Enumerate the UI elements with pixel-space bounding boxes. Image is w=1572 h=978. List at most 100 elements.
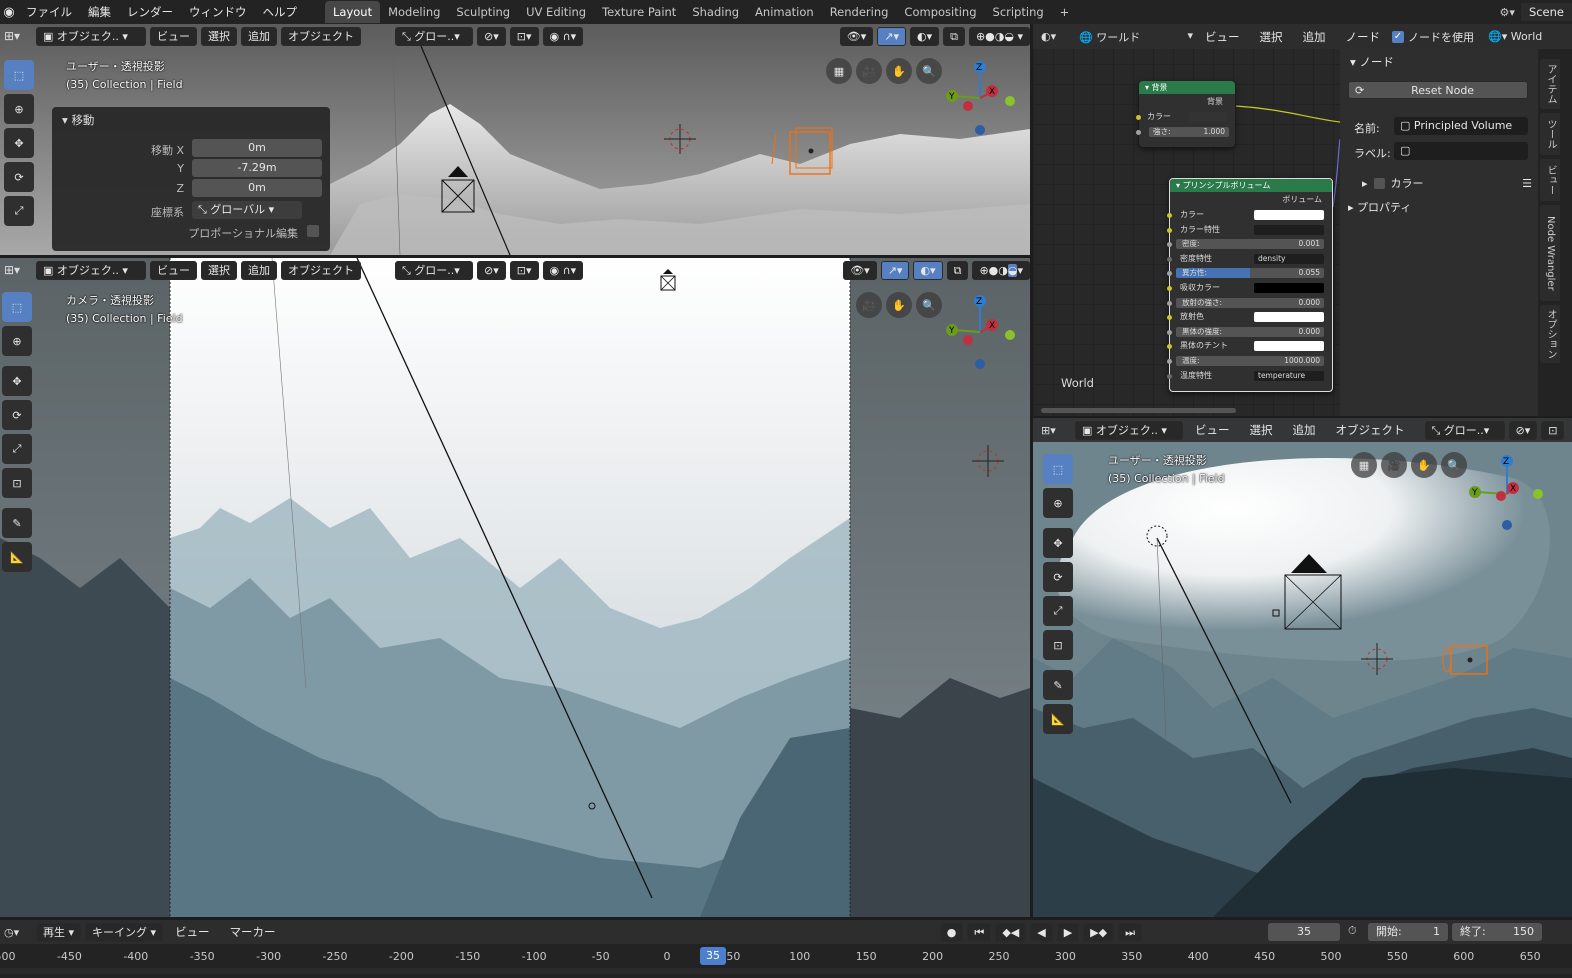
menu-select[interactable]: 選択 [1242,419,1281,441]
add-workspace-button[interactable]: + [1052,1,1078,23]
move-tool[interactable]: ✥ [2,366,32,396]
menu-render[interactable]: レンダー [119,1,181,23]
prev-keyframe-button[interactable]: ◆◀ [995,922,1027,942]
jump-start-button[interactable]: ⏮ [967,922,992,942]
record-button[interactable]: ● [939,922,964,942]
nav-gizmo-camera[interactable]: Z Y X [940,292,1020,372]
scale-tool[interactable]: ⤢ [2,434,32,464]
menu-select[interactable]: 選択 [1252,26,1291,48]
scene-name[interactable]: Scene [1520,3,1572,21]
pivot-button[interactable]: ⊘▾ [477,26,506,46]
cursor-tool[interactable]: ⊕ [2,326,32,356]
proportional-button[interactable]: ◉ ∩▾ [542,260,584,280]
world-type-select[interactable]: 🌐 ワールド ▾ [1075,29,1193,45]
viewport-top[interactable]: ⊞▾ ▣ オブジェク.. ▾ ビュー 選択 追加 オブジェクト ⤡ グロー..▾… [0,24,1030,255]
snap-button[interactable]: ⊡▾ [509,260,539,280]
overlay-button[interactable]: ◐▾ [909,26,940,46]
menu-view[interactable]: ビュー [1187,419,1238,441]
menu-object[interactable]: オブジェクト [281,260,361,280]
volume-value-field[interactable]: 放射の強さ: 0.000 [1176,297,1324,308]
menu-add[interactable]: 追加 [1285,419,1324,441]
gizmo-toggle-button[interactable]: ↗▾ [877,26,906,46]
transform-tool[interactable]: ⊡ [1043,630,1073,660]
tab-options[interactable]: オプション [1540,305,1560,363]
volume-value-field[interactable]: 温度: 1000.000 [1176,355,1324,366]
operator-panel-title[interactable]: ▾ 移動 [52,107,330,133]
menu-select[interactable]: 選択 [201,26,237,46]
camera-view-icon[interactable]: 🎥 [856,292,882,318]
shading-modes[interactable]: ⊕●◑◒ ▾ [968,26,1030,46]
nav-gizmo-right[interactable]: Z Y X [1467,454,1547,534]
annotate-tool[interactable]: ✎ [2,508,32,538]
background-node[interactable]: ▾ 背景 背景 カラー 強さ: 1.000 [1136,81,1235,147]
list-icon[interactable]: ☰ [1522,177,1532,190]
volume-value-field[interactable]: density [1254,253,1324,264]
sidebar-section-node[interactable]: ▾ ノード [1340,49,1538,75]
editor-type-icon[interactable]: ◐▾ [1041,30,1071,43]
move-y-field[interactable]: -7.29m [192,159,322,177]
cursor-tool[interactable]: ⊕ [4,94,34,124]
menu-node[interactable]: ノード [1338,26,1389,48]
pivot-button[interactable]: ⊘▾ [477,260,506,280]
viewport-right[interactable]: ⊞▾ ▣ オブジェク.. ▾ ビュー 選択 追加 オブジェクト ⤡ グロー..▾… [1033,418,1572,917]
shading-modes[interactable]: ⊕●◑◒▾ [972,260,1030,280]
transform-tool[interactable]: ⊡ [2,468,32,498]
menu-view[interactable]: ビュー [150,26,197,46]
color-panel[interactable]: ▸ カラー ☰ [1362,175,1532,191]
transform-orientation[interactable]: ⤡ グロー..▾ [395,26,473,46]
proportional-checkbox[interactable] [307,225,319,237]
menu-object[interactable]: オブジェクト [281,26,361,46]
viewport-camera[interactable]: ⊞▾ ▣ オブジェク.. ▾ ビュー 選択 追加 オブジェクト ⤡ グロー..▾… [0,258,1030,917]
node-label-field[interactable]: ▢ [1394,142,1528,160]
zoom-icon[interactable]: 🔍 [916,58,942,84]
scale-tool[interactable]: ⤢ [4,196,34,226]
move-tool[interactable]: ✥ [4,128,34,158]
volume-value-field[interactable] [1254,210,1324,220]
tab-tool[interactable]: ツール [1540,113,1560,155]
play-reverse-button[interactable]: ◀ [1030,922,1053,942]
move-x-field[interactable]: 0m [192,139,322,157]
tab-texture-paint[interactable]: Texture Paint [594,1,684,23]
snap-button[interactable]: ⊡ [1541,420,1565,440]
volume-row[interactable]: 黒体の強度: 0.000 [1167,325,1332,340]
menu-add[interactable]: 追加 [1295,26,1334,48]
annotate-tool[interactable]: ✎ [1043,670,1073,700]
menu-select[interactable]: 選択 [201,260,237,280]
menu-add[interactable]: 追加 [241,26,277,46]
principled-volume-node[interactable]: ▾ プリンシプルボリューム ボリューム カラー カラー特性 密度: 0.001 密度特性… [1167,178,1333,392]
volume-value-field[interactable]: 密度: 0.001 [1176,239,1324,250]
rotate-tool[interactable]: ⟳ [4,162,34,192]
volume-row[interactable]: 異方性: 0.055 [1167,266,1332,281]
menu-help[interactable]: ヘルプ [255,1,306,23]
measure-tool[interactable]: 📐 [2,542,32,572]
world-datablock[interactable]: 🌐▾ World [1488,30,1542,43]
visibility-button[interactable]: 👁▾ [843,260,877,280]
tab-sculpting[interactable]: Sculpting [448,1,518,23]
volume-row[interactable]: 温度特性 temperature [1167,369,1332,384]
tab-shading[interactable]: Shading [684,1,747,23]
volume-row[interactable]: 温度: 1000.000 [1167,354,1332,369]
select-box-tool[interactable]: ⬚ [2,292,32,322]
stopwatch-icon[interactable]: ⏱ [1348,924,1357,938]
menu-view[interactable]: ビュー [1197,26,1248,48]
play-button[interactable]: ▶ [1056,922,1080,942]
pivot-button[interactable]: ⊘▾ [1508,420,1538,440]
tab-view[interactable]: ビュー [1540,159,1560,201]
camera-view-icon[interactable]: 🎥 [856,58,882,84]
mode-select[interactable]: ▣ オブジェク.. ▾ [36,260,146,280]
editor-type-icon[interactable]: ⊞▾ [4,29,32,43]
ortho-toggle-icon[interactable]: ▦ [1351,452,1377,478]
proportional-button[interactable]: ◉ ∩▾ [542,26,584,46]
xray-button[interactable]: ⧉ [943,26,965,46]
editor-type-icon[interactable]: ⊞▾ [1041,424,1071,437]
transform-orientation[interactable]: ⤡ グロー..▾ [395,260,473,280]
gizmo-toggle-button[interactable]: ↗▾ [880,260,910,280]
start-frame-field[interactable]: 開始: 1 [1368,923,1448,941]
zoom-icon[interactable]: 🔍 [1441,452,1467,478]
volume-value-field[interactable] [1254,282,1324,293]
node-editor-hscroll[interactable] [1041,408,1236,413]
bg-color-swatch[interactable] [1189,112,1227,122]
ortho-toggle-icon[interactable]: ▦ [826,58,852,84]
measure-tool[interactable]: 📐 [1043,704,1073,734]
scene-icon[interactable]: ⚙▾ [1500,6,1515,19]
